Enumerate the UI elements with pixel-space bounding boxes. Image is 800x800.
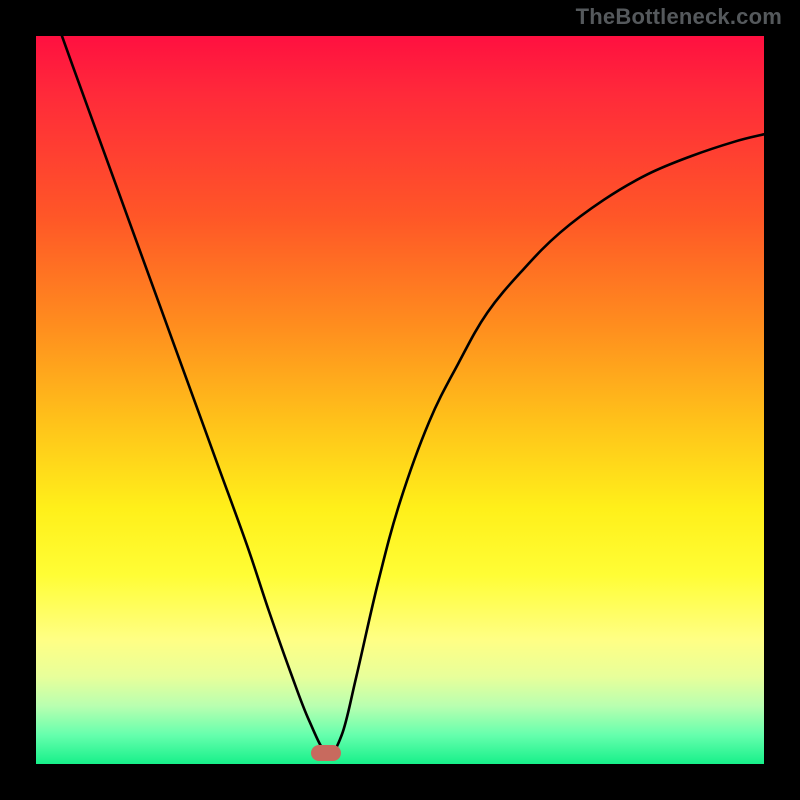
plot-area (36, 36, 764, 764)
attribution-text: TheBottleneck.com (576, 4, 782, 30)
chart-frame: TheBottleneck.com (0, 0, 800, 800)
optimal-marker (311, 745, 341, 761)
bottleneck-curve (36, 36, 764, 764)
